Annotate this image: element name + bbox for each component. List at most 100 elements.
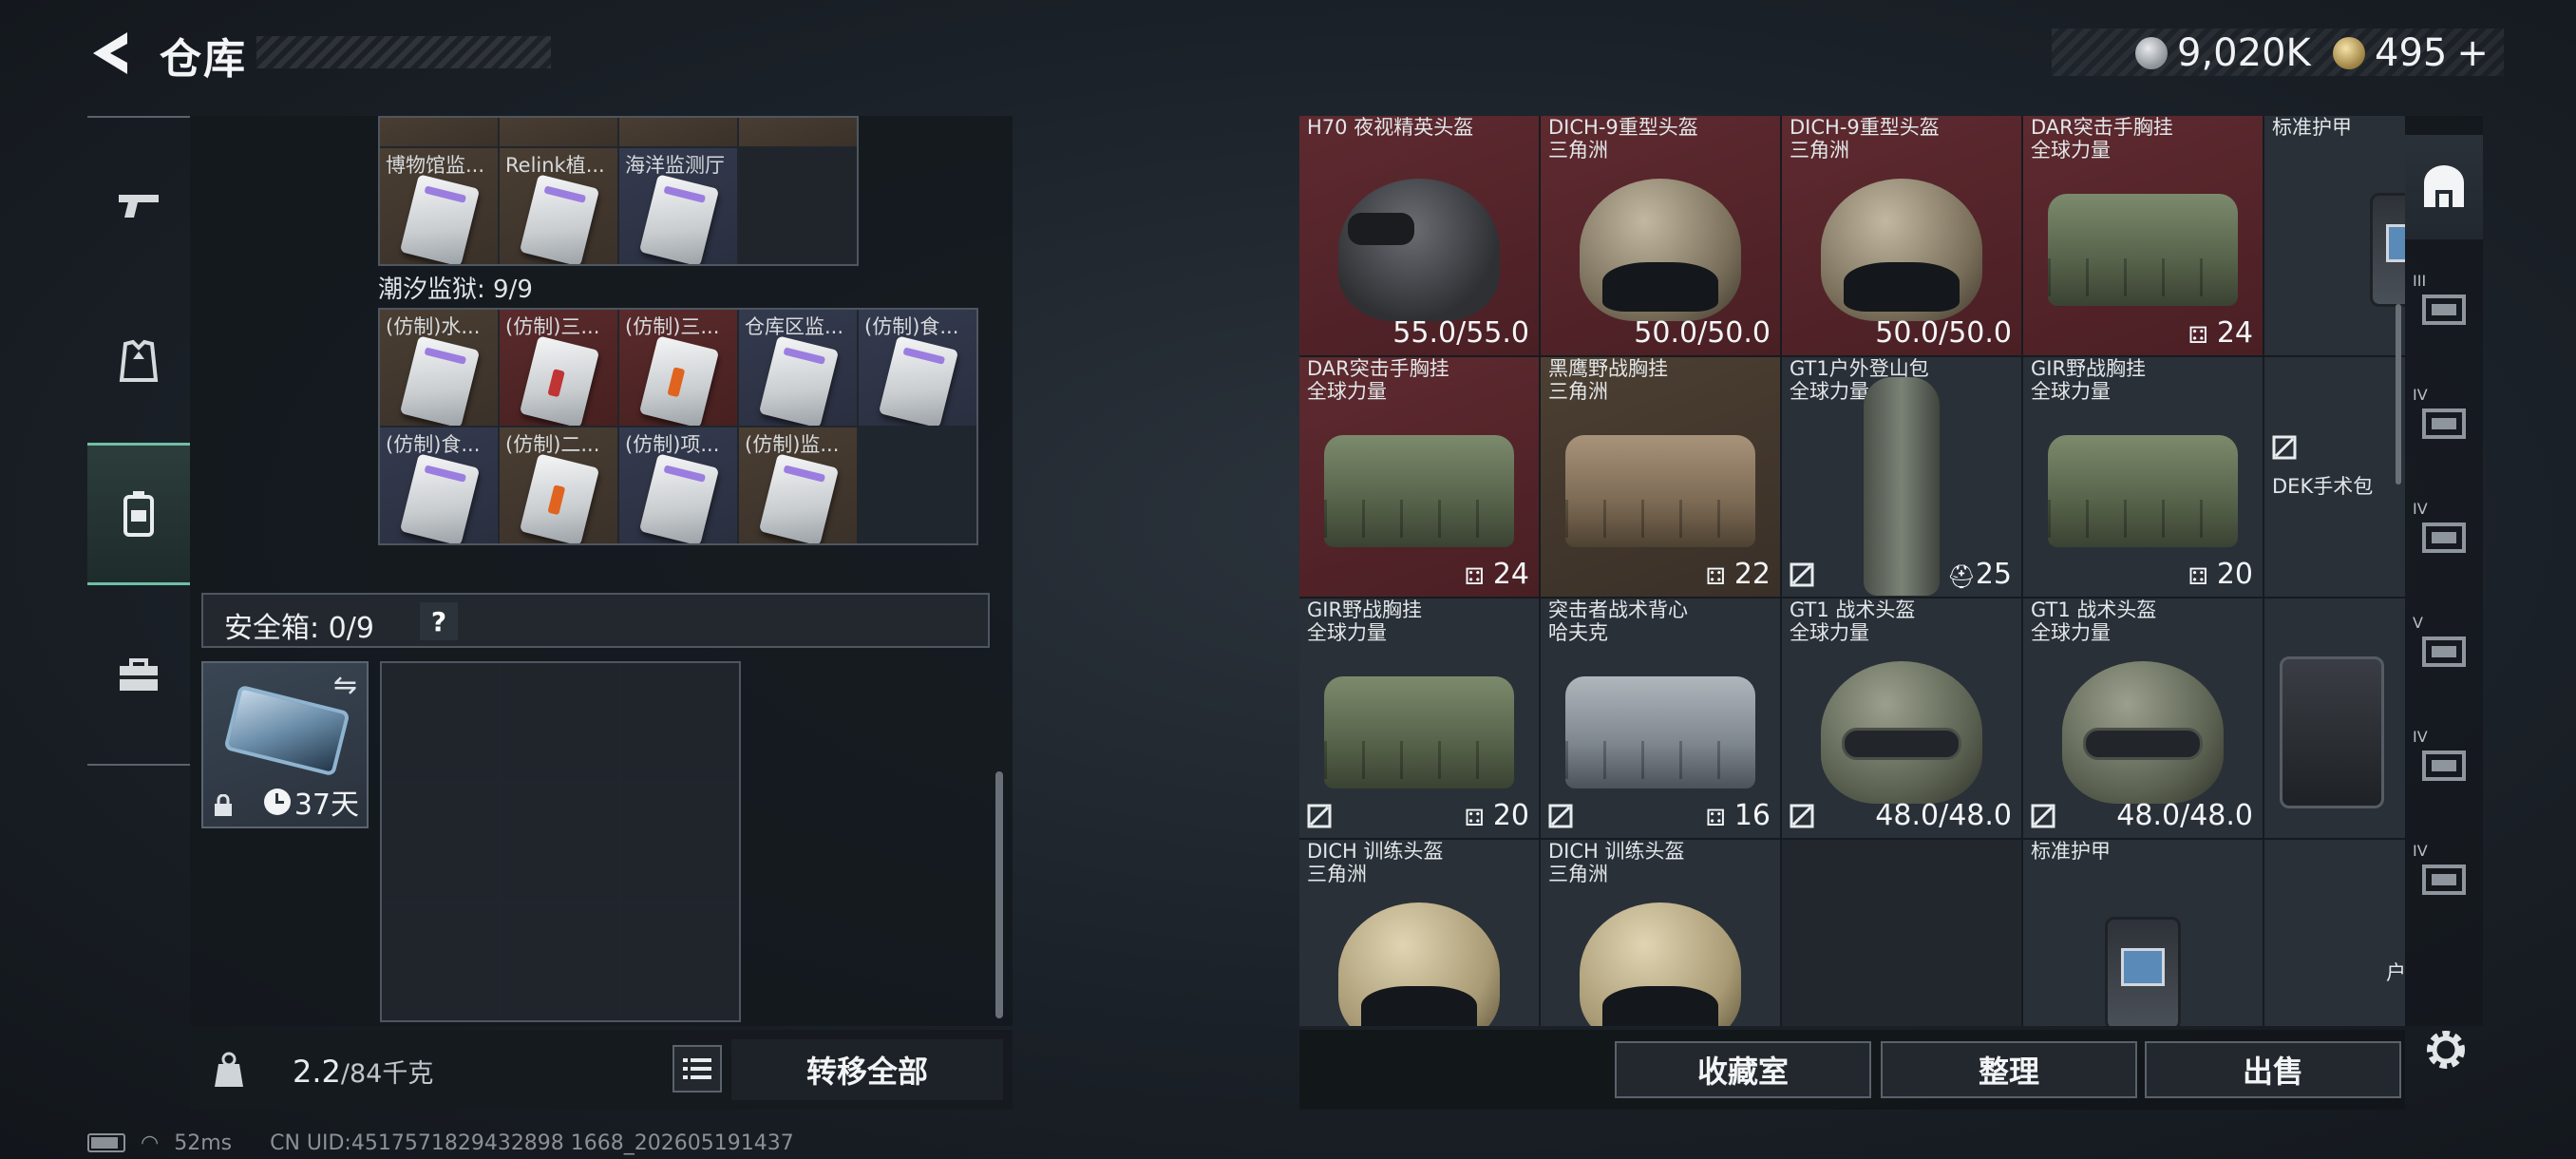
section-title: 潮汐监狱: 9/9 bbox=[378, 276, 533, 304]
list-view-button[interactable] bbox=[672, 1045, 722, 1092]
warehouse-item[interactable]: 标准护甲⛉75 bbox=[2023, 840, 2263, 1026]
safe-case-item[interactable]: ⇋ 37天 bbox=[201, 661, 369, 828]
warehouse-tab-1[interactable] bbox=[2405, 135, 2483, 239]
settings-gear-icon[interactable] bbox=[2420, 1024, 2472, 1075]
helmet-detail bbox=[1602, 986, 1718, 1026]
backpack-panel: 博物馆监... Relink植... 海洋监测厅 潮汐监狱: 9/9 (仿制)水… bbox=[190, 116, 1013, 1026]
tab-toolbox[interactable] bbox=[87, 604, 190, 747]
warehouse-item[interactable]: DICH-9重型头盔 三角洲 50.0/50.0 bbox=[1782, 116, 2021, 355]
warehouse-tab-5[interactable]: V bbox=[2405, 598, 2483, 703]
empty-slot bbox=[502, 902, 619, 1020]
silver-amount: 9,020K bbox=[2177, 31, 2311, 75]
partial-item[interactable] bbox=[380, 118, 498, 146]
keycard-image bbox=[519, 335, 600, 426]
swap-icon[interactable]: ⇋ bbox=[333, 669, 357, 702]
tab-level: IV bbox=[2413, 728, 2428, 746]
item-label: (仿制)三... bbox=[505, 315, 600, 338]
warehouse-item[interactable]: DEK手术包⛉75 bbox=[2264, 357, 2405, 597]
storage-expansion-icon bbox=[2422, 636, 2466, 667]
item-keycard[interactable]: (仿制)三... bbox=[619, 310, 737, 426]
item-keycard[interactable]: (仿制)水... bbox=[380, 310, 498, 426]
warehouse-tab-7[interactable]: IV bbox=[2405, 826, 2483, 931]
item-keycard[interactable]: (仿制)二... bbox=[500, 428, 617, 543]
backpack-scrollbar[interactable] bbox=[995, 771, 1003, 1018]
item-keycard[interactable]: 仓库区监... bbox=[739, 310, 857, 426]
partial-item[interactable] bbox=[619, 118, 737, 146]
back-icon[interactable] bbox=[84, 27, 141, 80]
warehouse-scrollbar[interactable] bbox=[2396, 304, 2401, 484]
keycard-image bbox=[758, 335, 840, 426]
keycard-image bbox=[399, 335, 481, 426]
item-relink-card[interactable]: Relink植... bbox=[500, 148, 617, 264]
chest-rig-image bbox=[1565, 435, 1755, 548]
tab-level: IV bbox=[2413, 842, 2428, 860]
wifi-icon: ◠ bbox=[141, 1130, 160, 1155]
warehouse-item[interactable] bbox=[2264, 840, 2405, 1026]
warehouse-item[interactable]: DAR突击手胸挂 全球力量 ⚃ 24 bbox=[2023, 116, 2263, 355]
warehouse-item[interactable]: DICH 训练头盔 三角洲 bbox=[1541, 840, 1780, 1026]
armor-image bbox=[2370, 193, 2405, 308]
warehouse-item[interactable]: 黑鹰野战胸挂 三角洲 ⚃ 22 bbox=[1541, 357, 1780, 597]
helmet-image bbox=[1580, 902, 1741, 1026]
helmet-image bbox=[1338, 179, 1500, 322]
item-value: ⚃ 20 bbox=[1465, 799, 1529, 832]
warehouse-item[interactable]: H70 夜视精英头盔 55.0/55.0 bbox=[1299, 116, 1539, 355]
warehouse-item[interactable]: GT1 战术头盔 全球力量 48.0/48.0 bbox=[2023, 598, 2263, 838]
helmet-image bbox=[1338, 902, 1500, 1026]
tab-backpack[interactable] bbox=[87, 443, 190, 585]
item-keycard[interactable]: (仿制)项... bbox=[619, 428, 737, 543]
untradeable-icon bbox=[2031, 804, 2055, 828]
item-keycard[interactable]: (仿制)三... bbox=[500, 310, 617, 426]
warehouse-item[interactable]: GIR野战胸挂 全球力量 ⚃ 20 bbox=[1299, 598, 1539, 838]
partial-item[interactable] bbox=[500, 118, 617, 146]
warehouse-item[interactable]: DICH-9重型头盔 三角洲 50.0/50.0 bbox=[1541, 116, 1780, 355]
warehouse-item[interactable]: DAR突击手胸挂 全球力量 ⚃ 24 bbox=[1299, 357, 1539, 597]
gold-currency[interactable]: 495 + bbox=[2333, 31, 2489, 75]
helmet-image bbox=[1821, 661, 1982, 805]
item-label: Relink植... bbox=[505, 154, 605, 177]
sell-button[interactable]: 出售 bbox=[2145, 1041, 2401, 1098]
sort-button[interactable]: 整理 bbox=[1881, 1041, 2137, 1098]
item-name: DICH 训练头盔 bbox=[1307, 840, 1444, 863]
item-ocean-card[interactable]: 海洋监测厅 bbox=[619, 148, 737, 264]
item-keycard[interactable]: (仿制)食... bbox=[380, 428, 498, 543]
item-label: 博物馆监... bbox=[386, 154, 485, 177]
warehouse-item[interactable]: 5/7 bbox=[2264, 598, 2405, 838]
warehouse-item[interactable]: 突击者战术背心 哈夫克 ⚃ 16 bbox=[1541, 598, 1780, 838]
item-name: H70 夜视精英头盔 bbox=[1307, 116, 1474, 139]
help-button[interactable]: ? bbox=[420, 602, 458, 640]
item-keycard[interactable]: (仿制)监... bbox=[739, 428, 857, 543]
pouch-detail bbox=[2048, 258, 2238, 297]
warehouse-item[interactable]: GIR野战胸挂 全球力量 ⚃ 20 bbox=[2023, 357, 2263, 597]
storage-expansion-icon bbox=[2422, 522, 2466, 553]
collection-room-button[interactable]: 收藏室 bbox=[1615, 1041, 1871, 1098]
item-keycard[interactable]: (仿制)食... bbox=[859, 310, 976, 426]
helmet-detail bbox=[1361, 986, 1477, 1026]
armor-panel bbox=[2121, 948, 2165, 987]
item-museum-card[interactable]: 博物馆监... bbox=[380, 148, 498, 264]
helmet-image bbox=[1821, 179, 1982, 322]
pouch-detail bbox=[1324, 741, 1514, 780]
vest-slot-icon: ⚃ bbox=[1705, 562, 1726, 590]
warehouse-item[interactable]: GT1 战术头盔 全球力量 48.0/48.0 bbox=[1782, 598, 2021, 838]
warehouse-item[interactable]: GT1户外登山包 全球力量 ⛑ 25 bbox=[1782, 357, 2021, 597]
lock-icon bbox=[215, 794, 232, 816]
transfer-all-button[interactable]: 转移全部 bbox=[731, 1039, 1003, 1100]
tab-weapons[interactable] bbox=[87, 133, 190, 276]
item-faction: 全球力量 bbox=[1790, 380, 1869, 403]
item-value-text: 20 bbox=[1492, 799, 1529, 832]
add-currency-button[interactable]: + bbox=[2456, 31, 2489, 75]
warehouse-tab-6[interactable]: IV bbox=[2405, 712, 2483, 817]
weight-icon bbox=[215, 1052, 243, 1087]
item-value: ⚃ 16 bbox=[1706, 799, 1771, 832]
warehouse-item[interactable]: 标准护甲 bbox=[2264, 116, 2405, 355]
expiry-timer: 37天 bbox=[263, 781, 359, 823]
warehouse-item[interactable]: DICH 训练头盔 三角洲 bbox=[1299, 840, 1539, 1026]
item-name: DAR突击手胸挂 bbox=[1307, 357, 1449, 380]
tab-equipment[interactable] bbox=[87, 291, 190, 433]
partial-item[interactable] bbox=[739, 118, 857, 146]
warehouse-tab-2[interactable]: III bbox=[2405, 256, 2483, 361]
helmet-image bbox=[1580, 179, 1741, 322]
warehouse-tab-4[interactable]: IV bbox=[2405, 484, 2483, 589]
warehouse-tab-3[interactable]: IV bbox=[2405, 370, 2483, 475]
